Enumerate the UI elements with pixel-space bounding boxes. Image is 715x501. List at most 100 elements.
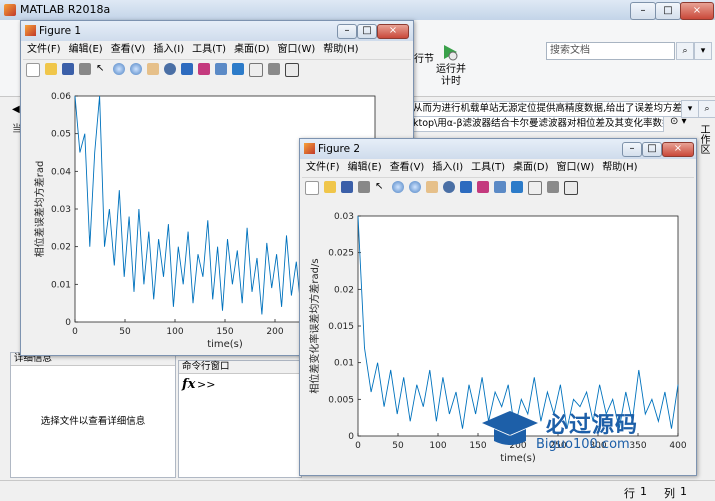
- status-row-label: 行: [624, 487, 635, 500]
- menu-window[interactable]: 窗口(W): [274, 42, 320, 58]
- y-tick-label: 0.03: [51, 205, 71, 215]
- brush-icon[interactable]: [477, 181, 489, 193]
- panel-menu-icon[interactable]: ⊙ ▾: [670, 116, 687, 127]
- figure-icon: [25, 25, 36, 36]
- help-dropdown-icon[interactable]: ▾: [694, 42, 712, 60]
- figure-2-close-button[interactable]: ×: [662, 142, 694, 157]
- watermark-text: 必过源码: [546, 413, 639, 438]
- path-bar-top[interactable]: 从而为进行机载单站无源定位提供高精度数据,给出了误差均方差作...: [410, 101, 699, 117]
- figure-1-titlebar[interactable]: Figure 1 – □ ×: [21, 21, 413, 41]
- menu-desktop[interactable]: 桌面(D): [230, 42, 274, 58]
- figure-2-minimize-button[interactable]: –: [622, 142, 642, 157]
- print-icon[interactable]: [79, 63, 91, 75]
- open-file-icon[interactable]: [324, 181, 336, 193]
- figure-1-minimize-button[interactable]: –: [337, 24, 357, 39]
- menu-edit[interactable]: 编辑(E): [65, 42, 107, 58]
- menu-edit[interactable]: 编辑(E): [344, 160, 386, 176]
- x-tick-label: 50: [392, 441, 404, 451]
- menu-tools[interactable]: 工具(T): [467, 160, 509, 176]
- main-minimize-button[interactable]: –: [630, 2, 656, 20]
- show-plot-tools-icon[interactable]: [285, 63, 299, 77]
- zoom-in-icon[interactable]: [392, 181, 404, 193]
- insert-colorbar-icon[interactable]: [511, 181, 523, 193]
- menu-help[interactable]: 帮助(H): [319, 42, 362, 58]
- y-axis-label: 相位差误差均方差rad: [33, 161, 46, 258]
- nav-back-icon[interactable]: ◀: [12, 104, 20, 115]
- insert-legend-icon[interactable]: [249, 63, 263, 77]
- x-tick-label: 150: [216, 327, 233, 337]
- workspace-side-tab[interactable]: 工作区: [697, 124, 711, 154]
- zoom-in-icon[interactable]: [113, 63, 125, 75]
- run-and-time-icon[interactable]: [440, 42, 460, 62]
- figure-icon: [304, 143, 315, 154]
- y-tick-label: 0.06: [51, 92, 71, 102]
- path-bar-current-folder[interactable]: ktop\用α-β滤波器结合卡尔曼滤波器对相位差及其变化率数据进...: [410, 116, 664, 132]
- print-icon[interactable]: [358, 181, 370, 193]
- new-figure-icon[interactable]: [26, 63, 40, 77]
- menu-help[interactable]: 帮助(H): [598, 160, 641, 176]
- pointer-icon[interactable]: ↖: [375, 181, 387, 193]
- show-plot-tools-icon[interactable]: [564, 181, 578, 195]
- figure-1-toolbar: ↖: [23, 59, 411, 79]
- main-maximize-button[interactable]: □: [655, 2, 681, 20]
- figure-2-maximize-button[interactable]: □: [642, 142, 662, 157]
- open-file-icon[interactable]: [45, 63, 57, 75]
- status-bar: 行 1 列 1: [0, 480, 715, 501]
- search-documentation-input[interactable]: 搜索文档: [546, 42, 675, 60]
- menu-view[interactable]: 查看(V): [107, 42, 150, 58]
- figure-2-menubar: 文件(F) 编辑(E) 查看(V) 插入(I) 工具(T) 桌面(D) 窗口(W) 帮助(H): [302, 160, 694, 176]
- command-prompt[interactable]: >>: [197, 378, 215, 391]
- matlab-logo-icon: [4, 4, 16, 16]
- figure-2-titlebar[interactable]: Figure 2 – □ ×: [300, 139, 696, 159]
- pan-icon[interactable]: [147, 63, 159, 75]
- y-tick-label: 0.03: [334, 212, 354, 222]
- save-icon[interactable]: [341, 181, 353, 193]
- link-plot-icon[interactable]: [215, 63, 227, 75]
- menu-view[interactable]: 查看(V): [386, 160, 429, 176]
- run-and-time-button[interactable]: 运行并 计时: [436, 64, 466, 88]
- status-col-value: 1: [680, 485, 687, 498]
- y-axis-label: 相位差变化率误差均方差rad/s: [308, 258, 321, 393]
- menu-tools[interactable]: 工具(T): [188, 42, 230, 58]
- x-tick-label: 100: [166, 327, 183, 337]
- rotate-icon[interactable]: [443, 181, 455, 193]
- figure-1-close-button[interactable]: ×: [377, 24, 409, 39]
- command-window[interactable]: 命令行窗口 fx >>: [178, 360, 302, 478]
- watermark: 必过源码 Biguo100.com: [480, 407, 680, 457]
- menu-file[interactable]: 文件(F): [302, 160, 344, 176]
- main-close-button[interactable]: ×: [680, 2, 714, 20]
- path-search-icon[interactable]: ⌕: [698, 100, 715, 118]
- new-figure-icon[interactable]: [305, 181, 319, 195]
- zoom-out-icon[interactable]: [409, 181, 421, 193]
- zoom-out-icon[interactable]: [130, 63, 142, 75]
- menu-insert[interactable]: 插入(I): [428, 160, 467, 176]
- status-col-label: 列: [664, 487, 675, 500]
- y-tick-label: 0.01: [334, 359, 354, 369]
- figure-1-title: Figure 1: [39, 25, 82, 37]
- pointer-icon[interactable]: ↖: [96, 63, 108, 75]
- figure-2-window[interactable]: Figure 2 – □ × 文件(F) 编辑(E) 查看(V) 插入(I) 工具(T)…: [299, 138, 697, 476]
- menu-window[interactable]: 窗口(W): [553, 160, 599, 176]
- data-cursor-icon[interactable]: [460, 181, 472, 193]
- menu-insert[interactable]: 插入(I): [149, 42, 188, 58]
- function-browser-icon[interactable]: fx: [182, 377, 195, 392]
- pan-icon[interactable]: [426, 181, 438, 193]
- save-icon[interactable]: [62, 63, 74, 75]
- insert-colorbar-icon[interactable]: [232, 63, 244, 75]
- data-cursor-icon[interactable]: [181, 63, 193, 75]
- hide-plot-tools-icon[interactable]: [547, 181, 559, 193]
- y-tick-label: 0.01: [51, 280, 71, 290]
- search-icon[interactable]: ⌕: [676, 42, 694, 60]
- plot-area: [357, 215, 679, 437]
- y-tick-label: 0.02: [334, 285, 354, 295]
- rotate-icon[interactable]: [164, 63, 176, 75]
- run-label-line2: 计时: [441, 76, 461, 87]
- menu-file[interactable]: 文件(F): [23, 42, 65, 58]
- insert-legend-icon[interactable]: [528, 181, 542, 195]
- y-tick-label: 0.05: [51, 130, 71, 140]
- brush-icon[interactable]: [198, 63, 210, 75]
- hide-plot-tools-icon[interactable]: [268, 63, 280, 75]
- figure-1-maximize-button[interactable]: □: [357, 24, 377, 39]
- menu-desktop[interactable]: 桌面(D): [509, 160, 553, 176]
- link-plot-icon[interactable]: [494, 181, 506, 193]
